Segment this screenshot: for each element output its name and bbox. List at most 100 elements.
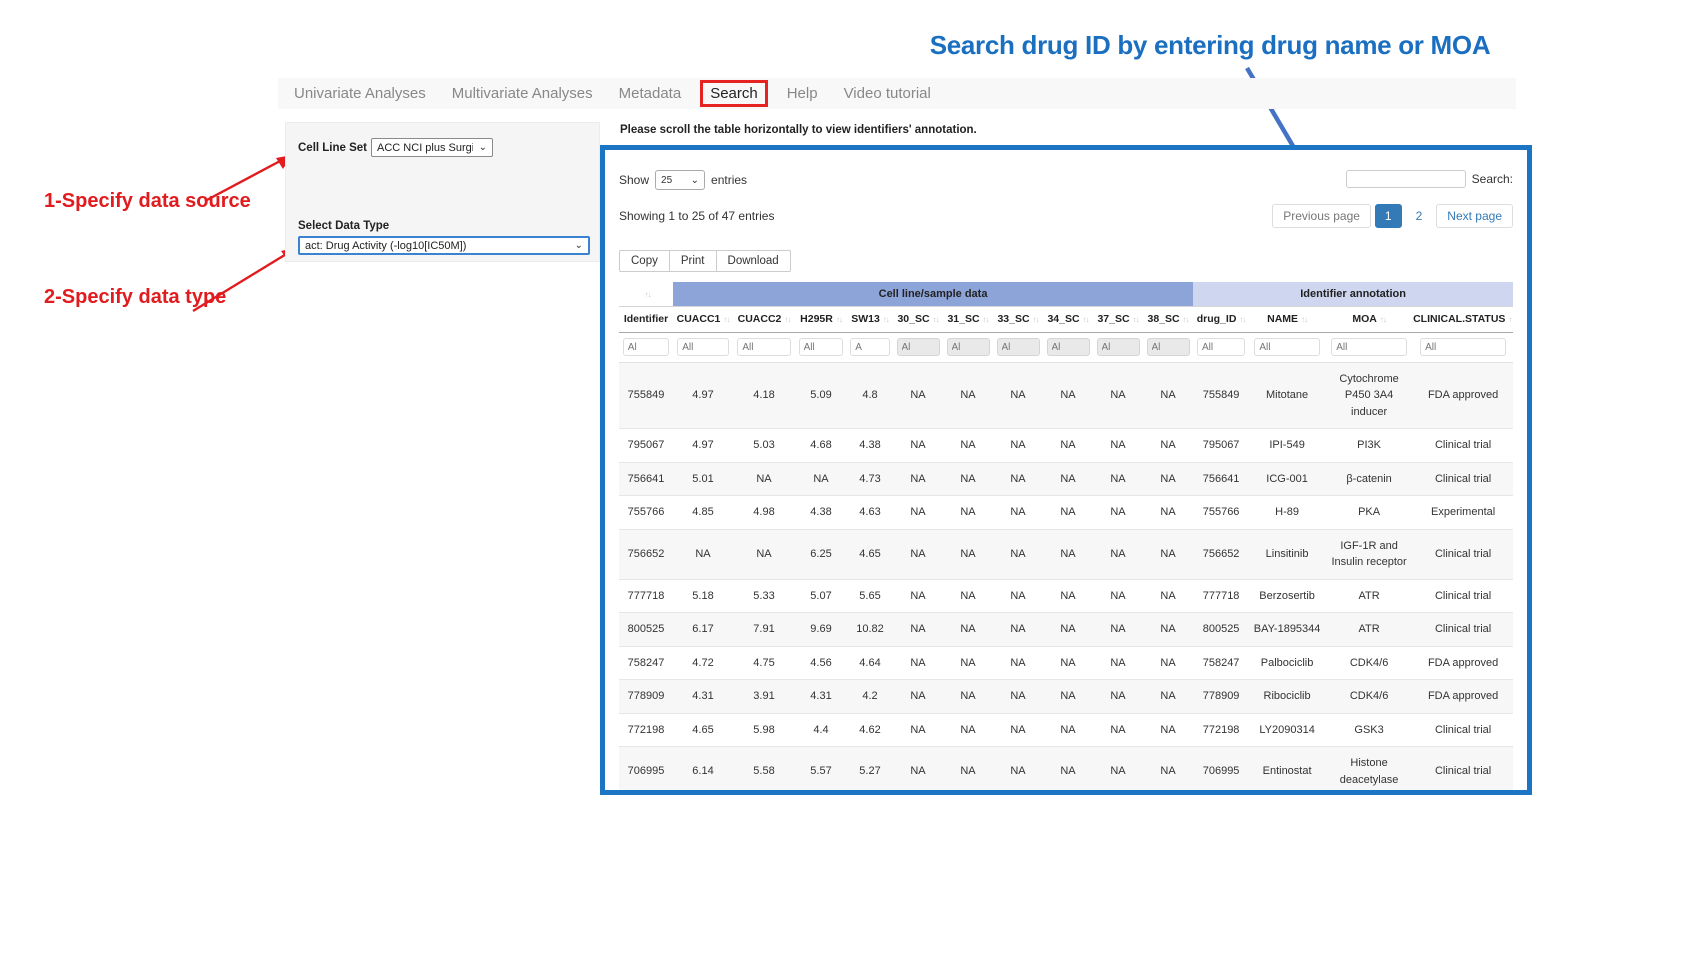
table-cell: 5.98 [733, 713, 795, 747]
sort-icon[interactable]: ↑↓ [1508, 315, 1513, 324]
filter-input-clinical-status[interactable] [1420, 338, 1506, 356]
column-header-31-sc[interactable]: 31_SC↑↓ [943, 306, 993, 332]
table-cell: 6.14 [673, 747, 733, 796]
column-header-34-sc[interactable]: 34_SC↑↓ [1043, 306, 1093, 332]
data-type-select[interactable]: act: Drug Activity (-log10[IC50M]) ⌄ [298, 236, 590, 255]
table-cell: NA [993, 579, 1043, 613]
sort-icon[interactable]: ↑↓ [1033, 315, 1039, 324]
table-cell: 5.57 [795, 747, 847, 796]
table-cell: NA [1093, 680, 1143, 714]
print-button[interactable]: Print [669, 250, 717, 272]
tab-univariate-analyses[interactable]: Univariate Analyses [294, 85, 426, 102]
sort-icon[interactable]: ↑↓ [1133, 315, 1139, 324]
table-cell: NA [993, 713, 1043, 747]
show-label: Show [619, 173, 649, 187]
column-header-30-sc[interactable]: 30_SC↑↓ [893, 306, 943, 332]
sort-icon[interactable]: ↑↓ [1380, 315, 1386, 324]
table-cell: NA [1143, 529, 1193, 579]
cell-line-set-label: Cell Line Set [298, 142, 367, 154]
sort-icon[interactable]: ↑↓ [723, 315, 729, 324]
tab-video-tutorial[interactable]: Video tutorial [844, 85, 931, 102]
table-row[interactable]: 7582474.724.754.564.64NANANANANANA758247… [619, 646, 1513, 680]
column-header-37-sc[interactable]: 37_SC↑↓ [1093, 306, 1143, 332]
table-cell: NA [1093, 646, 1143, 680]
column-header-drug-id[interactable]: drug_ID↑↓ [1193, 306, 1249, 332]
column-header-38-sc[interactable]: 38_SC↑↓ [1143, 306, 1193, 332]
table-row[interactable]: 7789094.313.914.314.2NANANANANANA778909R… [619, 680, 1513, 714]
column-header-name[interactable]: NAME↑↓ [1249, 306, 1325, 332]
sort-icon[interactable]: ↑↓ [836, 315, 842, 324]
tab-search[interactable]: Search [700, 80, 768, 107]
table-row[interactable]: 7566415.01NANA4.73NANANANANANA756641ICG-… [619, 462, 1513, 496]
table-cell: NA [893, 429, 943, 463]
table-row[interactable]: 7777185.185.335.075.65NANANANANANA777718… [619, 579, 1513, 613]
export-buttons: CopyPrintDownload [619, 250, 1513, 272]
tab-multivariate-analyses[interactable]: Multivariate Analyses [452, 85, 593, 102]
column-header-sw13[interactable]: SW13↑↓ [847, 306, 893, 332]
filter-input-name[interactable] [1254, 338, 1319, 356]
search-input[interactable] [1346, 170, 1466, 188]
sort-icon[interactable]: ↑↓ [784, 315, 790, 324]
table-cell: 706995 [619, 747, 673, 796]
table-row[interactable]: 7558494.974.185.094.8NANANANANANA755849M… [619, 362, 1513, 429]
sort-icon[interactable]: ↑↓ [1183, 315, 1189, 324]
table-cell: 4.64 [847, 646, 893, 680]
table-row[interactable]: 756652NANA6.254.65NANANANANANA756652Lins… [619, 529, 1513, 579]
sort-icon[interactable]: ↑↓ [1083, 315, 1089, 324]
column-header-identifier[interactable]: Identifier [619, 306, 673, 332]
table-cell: Clinical trial [1413, 579, 1513, 613]
sort-icon[interactable]: ↑↓ [1301, 315, 1307, 324]
tab-metadata[interactable]: Metadata [619, 85, 682, 102]
table-cell: IPI-549 [1249, 429, 1325, 463]
table-cell: Clinical trial [1413, 713, 1513, 747]
table-row[interactable]: 7950674.975.034.684.38NANANANANANA795067… [619, 429, 1513, 463]
filter-input-h295r[interactable] [799, 338, 844, 356]
sort-icon[interactable]: ↑↓ [883, 315, 889, 324]
column-header-clinical-status[interactable]: CLINICAL.STATUS↑↓ [1413, 306, 1513, 332]
filter-input-drug-id[interactable] [1197, 338, 1245, 356]
table-cell: NA [893, 613, 943, 647]
table-cell: NA [1143, 646, 1193, 680]
filter-input-cuacc2[interactable] [737, 338, 790, 356]
sort-icon[interactable]: ↑↓ [645, 290, 651, 299]
table-cell: Clinical trial [1413, 613, 1513, 647]
table-cell: NA [1093, 496, 1143, 530]
previous-page-button[interactable]: Previous page [1272, 204, 1371, 228]
tab-help[interactable]: Help [787, 85, 818, 102]
filter-input-34-sc [1047, 338, 1090, 356]
sort-icon[interactable]: ↑↓ [1239, 315, 1245, 324]
column-header-cuacc2[interactable]: CUACC2↑↓ [733, 306, 795, 332]
sort-icon[interactable]: ↑↓ [933, 315, 939, 324]
table-cell: 756641 [1193, 462, 1249, 496]
table-cell: NA [893, 579, 943, 613]
table-row[interactable]: 7069956.145.585.575.27NANANANANANA706995… [619, 747, 1513, 796]
filter-input-moa[interactable] [1331, 338, 1407, 356]
cell-line-set-select[interactable]: ACC NCI plus Surgical ⌄ [371, 138, 493, 157]
filter-input-sw13[interactable] [850, 338, 890, 356]
table-row[interactable]: 7721984.655.984.44.62NANANANANANA772198L… [619, 713, 1513, 747]
table-cell: NA [943, 579, 993, 613]
table-row[interactable]: 8005256.177.919.6910.82NANANANANANA80052… [619, 613, 1513, 647]
filter-input-cuacc1[interactable] [677, 338, 729, 356]
download-button[interactable]: Download [716, 250, 791, 272]
column-header-h295r[interactable]: H295R↑↓ [795, 306, 847, 332]
table-row[interactable]: 7557664.854.984.384.63NANANANANANA755766… [619, 496, 1513, 530]
copy-button[interactable]: Copy [619, 250, 670, 272]
page-length-select[interactable]: 25 ⌄ [655, 170, 705, 190]
table-cell: 758247 [619, 646, 673, 680]
data-type-value: act: Drug Activity (-log10[IC50M]) [305, 240, 466, 252]
table-cell: 772198 [1193, 713, 1249, 747]
page-button-1[interactable]: 1 [1375, 204, 1402, 228]
table-cell: 4.2 [847, 680, 893, 714]
table-cell: CDK4/6 [1325, 646, 1413, 680]
sort-icon[interactable]: ↑↓ [983, 315, 989, 324]
column-header-moa[interactable]: MOA↑↓ [1325, 306, 1413, 332]
table-cell: 4.62 [847, 713, 893, 747]
page-button-2[interactable]: 2 [1406, 204, 1433, 228]
table-cell: NA [1093, 529, 1143, 579]
filter-input-identifier[interactable] [623, 338, 669, 356]
next-page-button[interactable]: Next page [1436, 204, 1513, 228]
column-header-cuacc1[interactable]: CUACC1↑↓ [673, 306, 733, 332]
column-header-33-sc[interactable]: 33_SC↑↓ [993, 306, 1043, 332]
table-cell: Berzosertib [1249, 579, 1325, 613]
